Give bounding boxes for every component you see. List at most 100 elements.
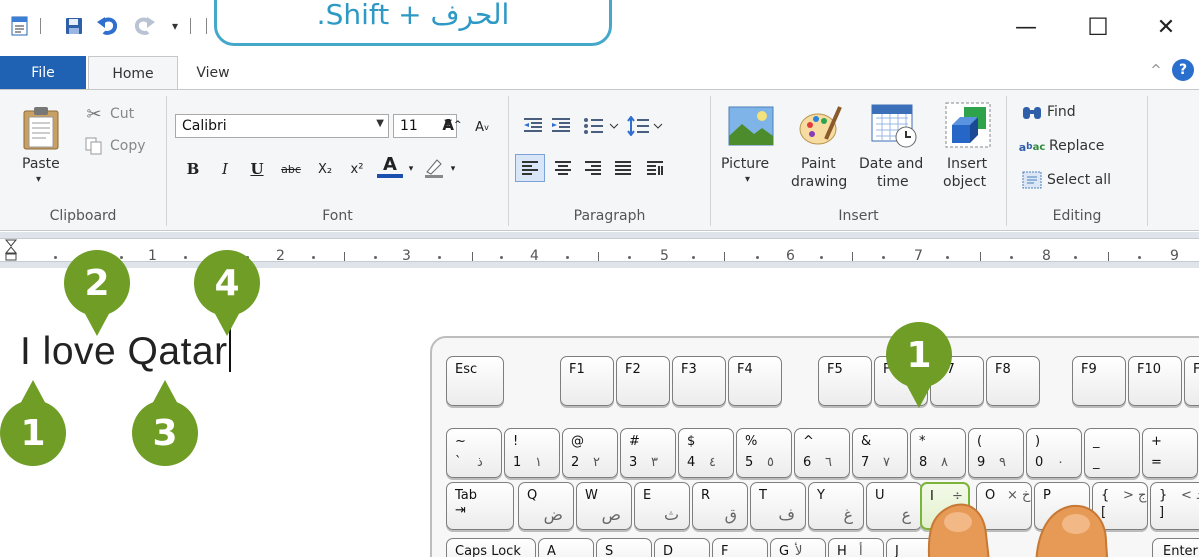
key-f8: F8 — [986, 356, 1040, 406]
replace-icon[interactable]: a b ac — [1019, 136, 1046, 158]
chevron-down-icon[interactable]: ▾ — [405, 156, 417, 182]
chevron-down-icon[interactable]: ▾ — [447, 156, 459, 182]
tab-file[interactable]: File — [0, 56, 86, 90]
cut-icon[interactable]: ✂ — [84, 104, 104, 125]
cut-button[interactable]: Cut — [110, 106, 134, 122]
ruler-number: 7 — [914, 248, 923, 264]
callout-text: الحرف + Shift. — [316, 0, 510, 31]
grow-font-button[interactable]: A ^ — [437, 112, 467, 138]
underline-button[interactable]: U — [245, 156, 269, 182]
ruler-mark — [1010, 256, 1013, 259]
find-button[interactable]: Find — [1047, 104, 1076, 120]
superscript-button[interactable]: x² — [343, 156, 371, 182]
date-time-label-line2[interactable]: time — [877, 174, 909, 190]
paint-label-line1[interactable]: Paint — [801, 156, 836, 172]
ruler-mark — [882, 256, 885, 259]
undo-icon[interactable] — [94, 14, 122, 38]
bold-button[interactable]: B — [181, 156, 205, 182]
key-d: D — [654, 538, 710, 557]
bullets-icon[interactable] — [581, 114, 621, 138]
paint-drawing-icon[interactable] — [795, 102, 843, 150]
key-close-bracket: }] < د — [1150, 482, 1199, 530]
insert-object-label-line1[interactable]: Insert — [947, 156, 987, 172]
ruler-strip: 1 2 3 4 5 6 7 8 9 — [0, 238, 1199, 264]
ruler-number: 6 — [786, 248, 795, 264]
save-icon[interactable] — [62, 14, 86, 38]
ruler-mark — [756, 256, 759, 259]
help-icon[interactable]: ? — [1172, 59, 1194, 81]
ribbon-tabs: File Home View ^ ? — [0, 56, 1199, 91]
picture-icon[interactable] — [727, 104, 775, 148]
key-f3: F3 — [672, 356, 726, 406]
date-time-label-line1[interactable]: Date and — [859, 156, 923, 172]
pressing-hand-icon — [927, 503, 1109, 557]
document-text-line[interactable]: I love Qatar — [20, 328, 231, 374]
paste-icon[interactable] — [20, 104, 62, 152]
strikethrough-button[interactable]: abc — [275, 156, 307, 182]
key-h: Hأ — [828, 538, 884, 557]
font-family-select[interactable]: Calibri ▼ — [175, 114, 389, 138]
increase-indent-icon[interactable] — [549, 114, 573, 138]
font-color-button[interactable]: A — [377, 154, 403, 178]
ruler-mark — [312, 256, 315, 259]
align-center-icon[interactable] — [549, 154, 577, 182]
ruler-number: 1 — [148, 248, 157, 264]
ruler-number: 5 — [660, 248, 669, 264]
minimize-button[interactable]: — — [1006, 10, 1046, 44]
find-icon[interactable] — [1021, 102, 1043, 124]
date-time-icon[interactable] — [869, 102, 919, 150]
highlight-icon[interactable] — [421, 154, 447, 180]
select-all-button[interactable]: Select all — [1047, 172, 1111, 188]
shrink-font-button[interactable]: Av — [469, 114, 495, 140]
ruler-number: 3 — [402, 248, 411, 264]
group-separator — [1147, 96, 1148, 226]
key-g: G لأ — [770, 538, 826, 557]
step-pin-2: 2 — [64, 250, 130, 336]
font-size-value: 11 — [400, 118, 418, 134]
line-spacing-icon[interactable] — [625, 114, 665, 138]
customize-icon[interactable]: ▾ — [166, 14, 184, 38]
tab-view[interactable]: View — [182, 56, 244, 90]
ruler-mark — [628, 256, 631, 259]
replace-button[interactable]: Replace — [1049, 138, 1104, 154]
key-5: % 5 ٥ — [736, 428, 792, 478]
paste-button[interactable]: Paste — [22, 156, 60, 172]
paragraph-settings-icon[interactable] — [641, 154, 669, 182]
paste-dropdown-icon[interactable]: ▾ — [36, 174, 41, 185]
insert-object-icon[interactable] — [943, 100, 993, 150]
close-button[interactable]: ✕ — [1146, 10, 1186, 44]
document-text: I love Qatar — [20, 330, 228, 373]
ruler-mark — [120, 256, 123, 259]
ruler-mark — [54, 256, 57, 259]
ruler-number: 4 — [530, 248, 539, 264]
italic-button[interactable]: I — [213, 156, 237, 182]
subscript-button[interactable]: X₂ — [311, 156, 339, 182]
wordpad-app-icon[interactable] — [8, 14, 32, 38]
tab-home[interactable]: Home — [88, 56, 178, 91]
key-y: Yغ — [808, 482, 864, 530]
select-all-icon[interactable] — [1021, 170, 1043, 190]
quick-access-separator-2 — [190, 18, 191, 34]
align-left-icon[interactable] — [515, 154, 545, 182]
indent-marker-icon[interactable] — [4, 239, 18, 263]
insert-object-label-line2[interactable]: object — [943, 174, 986, 190]
collapse-ribbon-icon[interactable]: ^ — [1146, 60, 1166, 80]
paint-label-line2[interactable]: drawing — [791, 174, 847, 190]
decrease-indent-icon[interactable] — [521, 114, 545, 138]
ruler-mark — [472, 252, 473, 261]
font-group-label: Font — [322, 208, 353, 224]
clipboard-group-label: Clipboard — [49, 208, 117, 224]
key-f9: F9 — [1072, 356, 1126, 406]
picture-button[interactable]: Picture — [721, 156, 769, 172]
copy-button[interactable]: Copy — [110, 138, 146, 154]
insert-group-label: Insert — [838, 208, 879, 224]
ruler-mark — [980, 252, 981, 261]
justify-icon[interactable] — [609, 154, 637, 182]
paragraph-group-label: Paragraph — [573, 208, 646, 224]
chevron-down-icon[interactable]: ▾ — [745, 174, 750, 185]
copy-icon[interactable] — [84, 136, 104, 156]
instruction-callout: الحرف + Shift. — [214, 0, 612, 46]
maximize-button[interactable]: ☐ — [1078, 10, 1118, 44]
align-right-icon[interactable] — [579, 154, 607, 182]
redo-icon[interactable] — [130, 14, 158, 38]
